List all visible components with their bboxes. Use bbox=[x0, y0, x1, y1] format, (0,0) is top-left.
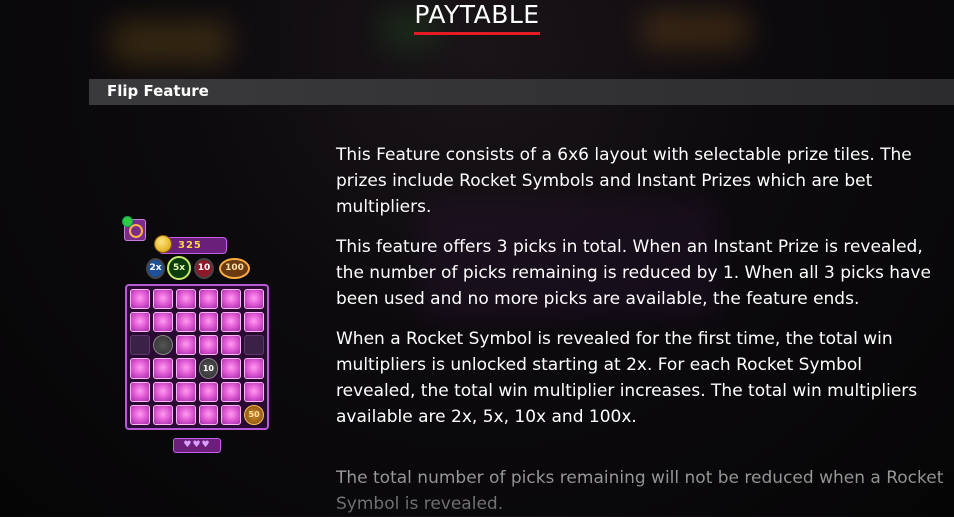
prize-tile[interactable] bbox=[130, 335, 150, 356]
section-title: Flip Feature bbox=[107, 82, 209, 100]
prize-tile[interactable]: 50 bbox=[244, 404, 264, 425]
prize-tile[interactable] bbox=[152, 289, 173, 310]
multiplier-badge: 5x bbox=[167, 256, 191, 280]
prize-tile[interactable] bbox=[221, 289, 242, 310]
prize-tile[interactable] bbox=[198, 381, 219, 402]
tile-grid: 10 50 bbox=[125, 284, 269, 430]
prize-tile[interactable] bbox=[152, 358, 173, 379]
rocket-badge-icon bbox=[122, 216, 146, 241]
prize-tile[interactable] bbox=[221, 335, 242, 356]
prize-tile[interactable] bbox=[244, 381, 264, 402]
prize-tile[interactable] bbox=[221, 381, 242, 402]
multiplier-row: 2x 5x 10 100 bbox=[146, 256, 256, 280]
prize-tile[interactable] bbox=[130, 358, 150, 379]
paragraph: When a Rocket Symbol is revealed for the… bbox=[336, 329, 918, 427]
prize-tile[interactable] bbox=[198, 312, 219, 333]
prize-tile[interactable] bbox=[175, 404, 196, 425]
coin-icon bbox=[154, 235, 172, 253]
faded-paragraph: The total number of picks remaining will… bbox=[336, 465, 946, 517]
prize-tile[interactable] bbox=[175, 289, 196, 310]
page-title: PAYTABLE bbox=[414, 0, 540, 35]
prize-tile[interactable] bbox=[175, 358, 196, 379]
prize-tile[interactable] bbox=[244, 335, 264, 356]
prize-tile[interactable] bbox=[175, 312, 196, 333]
prize-tile[interactable] bbox=[175, 335, 196, 356]
prize-tile[interactable] bbox=[221, 312, 242, 333]
multiplier-badge: 100 bbox=[219, 258, 250, 279]
prize-tile[interactable] bbox=[221, 404, 242, 425]
prize-tile[interactable] bbox=[198, 335, 219, 356]
prize-tile[interactable] bbox=[244, 358, 264, 379]
prize-tile[interactable] bbox=[152, 312, 173, 333]
prize-tile[interactable] bbox=[130, 404, 150, 425]
counter-value: 325 bbox=[178, 240, 202, 251]
prize-tile[interactable] bbox=[152, 404, 173, 425]
section-header: Flip Feature bbox=[89, 79, 954, 105]
ring-icon bbox=[129, 224, 143, 238]
prize-tile[interactable] bbox=[130, 381, 150, 402]
prize-tile[interactable] bbox=[130, 312, 150, 333]
coin-counter: 325 bbox=[154, 235, 227, 254]
title-wrap: PAYTABLE bbox=[0, 0, 954, 35]
paragraph: This Feature consists of a 6x6 layout wi… bbox=[336, 145, 912, 217]
picks-remaining-hearts: ♥♥♥ bbox=[173, 438, 221, 453]
multiplier-badge: 10 bbox=[194, 258, 214, 279]
paragraph: This feature offers 3 picks in total. Wh… bbox=[336, 237, 931, 309]
prize-tile[interactable] bbox=[244, 312, 264, 333]
prize-tile[interactable] bbox=[244, 289, 264, 310]
prize-tile[interactable] bbox=[221, 358, 242, 379]
feature-illustration: 325 2x 5x 10 100 10 50 ♥♥♥ bbox=[118, 212, 278, 457]
multiplier-badge: 2x bbox=[146, 258, 165, 279]
prize-tile[interactable] bbox=[152, 335, 173, 356]
prize-tile[interactable]: 10 bbox=[198, 358, 219, 379]
prize-tile[interactable] bbox=[198, 404, 219, 425]
prize-tile[interactable] bbox=[198, 289, 219, 310]
prize-tile[interactable] bbox=[152, 381, 173, 402]
prize-tile[interactable] bbox=[175, 381, 196, 402]
prize-tile[interactable] bbox=[130, 289, 150, 310]
description: This Feature consists of a 6x6 layout wi… bbox=[336, 142, 946, 444]
